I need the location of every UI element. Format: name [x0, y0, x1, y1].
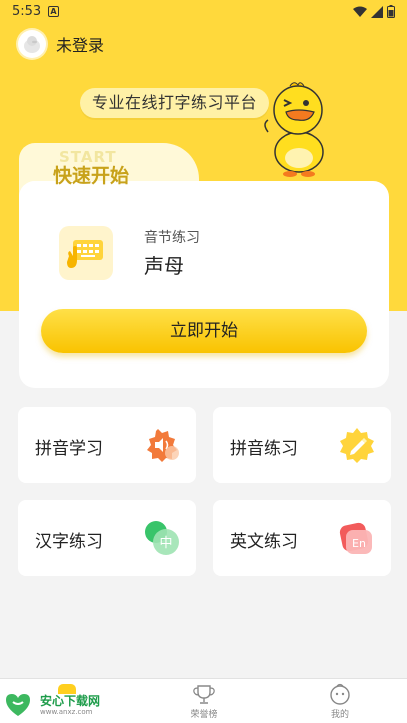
quick-start-card: START 快速开始 音节练习 声母 立即开始: [19, 143, 389, 388]
watermark-title: 安心下载网: [40, 694, 101, 708]
user-login-entry[interactable]: 未登录: [18, 30, 104, 58]
tile-label: 拼音学习: [35, 439, 103, 459]
tile-pinyin-learn[interactable]: 拼音学习: [18, 407, 196, 483]
tile-hanzi-practice[interactable]: 汉字练习 中: [18, 500, 196, 576]
status-time: 5:53: [12, 4, 42, 19]
tile-label: 英文练习: [230, 532, 298, 552]
notification-icon: A: [48, 6, 59, 17]
quick-start-title: 快速开始: [53, 165, 130, 187]
download-site-watermark: 安心下载网 www.anxz.com: [4, 690, 114, 720]
status-icons: [353, 5, 395, 18]
keyboard-icon: [59, 226, 113, 280]
duck-avatar-icon: [18, 30, 46, 58]
lesson-name[interactable]: 声母: [144, 250, 184, 279]
profile-icon: [330, 683, 350, 705]
nav-label: 荣誉榜: [190, 710, 218, 720]
heart-logo-icon: [6, 694, 30, 716]
nav-honor-board[interactable]: 荣誉榜: [136, 679, 272, 723]
english-badge-icon: En: [339, 522, 372, 554]
tile-pinyin-practice[interactable]: 拼音练习: [213, 407, 391, 483]
signal-icon: [371, 5, 383, 18]
pencil-badge-icon: [340, 428, 374, 463]
speaker-badge-icon: [147, 429, 179, 462]
tile-label: 拼音练习: [230, 439, 298, 459]
watermark-url: www.anxz.com: [40, 708, 93, 716]
battery-icon: [387, 5, 395, 18]
lesson-category: 音节练习: [144, 230, 200, 246]
nav-label: 我的: [330, 710, 349, 720]
chinese-char-glyph: 中: [159, 536, 172, 551]
start-now-button[interactable]: 立即开始: [41, 309, 367, 353]
tile-english-practice[interactable]: 英文练习 En: [213, 500, 391, 576]
tile-label: 汉字练习: [35, 532, 103, 552]
slogan-banner: 专业在线打字练习平台: [80, 88, 270, 118]
nav-profile[interactable]: 我的: [272, 679, 407, 723]
chinese-char-icon: 中: [145, 521, 179, 555]
trophy-icon: [193, 685, 215, 704]
user-name: 未登录: [56, 36, 105, 55]
quick-start-body: [19, 181, 389, 388]
english-glyph: En: [352, 537, 366, 550]
wifi-icon: [353, 6, 367, 17]
status-bar: 5:53 A: [0, 0, 407, 24]
